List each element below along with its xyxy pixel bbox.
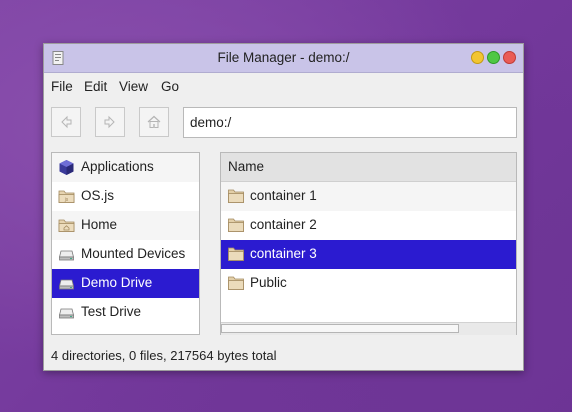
folder-home-icon [58,217,75,234]
status-bar: 4 directories, 0 files, 217564 bytes tot… [51,348,277,363]
file-name: container 2 [250,217,317,232]
file-row[interactable]: Public [221,269,516,298]
column-header-label: Name [228,159,265,174]
drive-icon [58,246,75,263]
sidebar-item-label: Test Drive [81,304,142,319]
file-name: container 3 [250,246,317,261]
path-input[interactable] [183,107,517,138]
window-title: File Manager - demo:/ [217,50,350,65]
menu-file[interactable]: File [51,79,73,94]
file-row[interactable]: container 3 [221,240,516,269]
horizontal-scrollbar[interactable] [221,322,516,335]
menu-edit[interactable]: Edit [84,79,107,94]
folder-icon [228,189,244,203]
back-button[interactable] [51,107,81,137]
sidebar-item-label: Applications [81,159,154,174]
sidebar-item-osjs[interactable]: js OS.js [52,182,199,211]
file-row[interactable]: container 1 [221,182,516,211]
drive-icon [58,304,75,321]
menu-view[interactable]: View [119,79,148,94]
cube-icon [58,159,75,176]
folder-icon: js [58,188,75,205]
sidebar-item-label: Demo Drive [81,275,153,290]
menu-go[interactable]: Go [161,79,179,94]
menu-bar: File Edit View Go [44,73,523,100]
file-list: Name container 1 container 2 container 3… [220,152,517,335]
scrollbar-thumb[interactable] [221,324,459,333]
sidebar-item-applications[interactable]: Applications [52,153,199,182]
close-button[interactable] [503,51,516,64]
maximize-button[interactable] [487,51,500,64]
file-manager-window: File Manager - demo:/ File Edit View Go [43,43,524,371]
file-row[interactable]: container 2 [221,211,516,240]
sidebar-item-label: Mounted Devices [81,246,186,261]
sidebar-item-mounted-devices[interactable]: Mounted Devices [52,240,199,269]
sidebar-item-demo-drive[interactable]: Demo Drive [52,269,199,298]
folder-icon [228,276,244,290]
svg-text:js: js [64,197,69,203]
column-header-name[interactable]: Name [221,153,516,182]
title-bar[interactable]: File Manager - demo:/ [44,44,523,73]
sidebar-item-label: OS.js [81,188,115,203]
sidebar-item-test-drive[interactable]: Test Drive [52,298,199,327]
drive-icon [58,275,75,292]
file-name: Public [250,275,287,290]
forward-button[interactable] [95,107,125,137]
places-sidebar: Applications js OS.js Home Mounted Devic… [51,152,200,335]
file-name: container 1 [250,188,317,203]
sidebar-item-home[interactable]: Home [52,211,199,240]
folder-icon [228,218,244,232]
minimize-button[interactable] [471,51,484,64]
sidebar-item-label: Home [81,217,118,232]
home-button[interactable] [139,107,169,137]
folder-icon [228,247,244,261]
